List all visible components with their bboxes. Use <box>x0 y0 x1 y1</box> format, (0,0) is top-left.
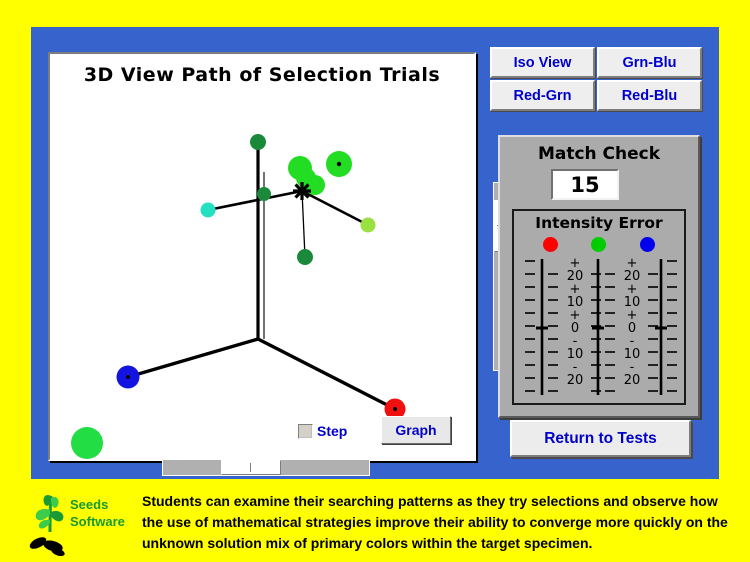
horizontal-scrollbar[interactable] <box>162 459 370 476</box>
trial-point <box>360 217 376 233</box>
step-label: Step <box>317 423 348 439</box>
match-check-title: Match Check <box>537 144 661 164</box>
red-channel-dot <box>542 236 558 252</box>
view-button-group: Iso View Grn-Blu Red-Grn Red-Blu <box>490 47 702 111</box>
current-mix-swatch <box>71 427 103 459</box>
application-panel: 3D View Path of Selection Trials Step Gr… <box>31 27 719 479</box>
intensity-error-title: Intensity Error <box>535 214 663 232</box>
red-axis-endpoint-center <box>393 407 397 411</box>
plot-area[interactable] <box>50 54 474 459</box>
blue-channel-dot <box>640 236 656 252</box>
view-button-iso[interactable]: Iso View <box>490 47 595 78</box>
svg-text:20: 20 <box>567 373 584 388</box>
green-axis-endpoint <box>250 134 266 150</box>
match-check-value: 15 <box>551 169 619 200</box>
match-check-panel: Match Check 15 Intensity Error + 20 + 10… <box>498 135 700 418</box>
footer: Seeds Software Students can examine thei… <box>0 483 750 562</box>
logo-text: Seeds Software <box>70 496 125 530</box>
green-channel-dot <box>591 236 607 252</box>
trial-point-center <box>336 161 342 167</box>
view-button-red-blu[interactable]: Red-Blu <box>597 80 702 111</box>
blue-axis-line <box>127 337 259 379</box>
step-checkbox-group[interactable]: Step <box>298 423 347 439</box>
svg-text:20: 20 <box>624 373 641 388</box>
trial-point <box>257 187 271 201</box>
path-segment <box>207 189 303 212</box>
intensity-scales[interactable]: + 20 + 10 + 0 - 10 - 20 + 20 + 10 + 0 - … <box>514 253 684 401</box>
path-segment <box>301 189 369 227</box>
channel-dots-row <box>514 235 684 253</box>
trial-point <box>200 202 216 218</box>
red-axis-line <box>257 337 396 411</box>
graph-button[interactable]: Graph <box>381 416 451 444</box>
sprout-icon <box>29 494 65 556</box>
blue-axis-endpoint-center <box>126 375 130 379</box>
seeds-software-logo: Seeds Software <box>28 488 133 556</box>
target-marker <box>293 182 311 200</box>
footer-caption: Students can examine their searching pat… <box>142 493 728 551</box>
logo-line-1: Seeds <box>70 497 109 512</box>
step-checkbox[interactable] <box>298 423 313 439</box>
graph-window: 3D View Path of Selection Trials Step Gr… <box>48 52 476 461</box>
app-root: 3D View Path of Selection Trials Step Gr… <box>0 0 750 562</box>
logo-line-2: Software <box>70 514 125 529</box>
return-to-tests-button[interactable]: Return to Tests <box>510 420 691 457</box>
view-button-red-grn[interactable]: Red-Grn <box>490 80 595 111</box>
intensity-error-panel: Intensity Error + 20 + 10 + 0 - 10 - 20 … <box>512 209 686 405</box>
view-button-grn-blu[interactable]: Grn-Blu <box>597 47 702 78</box>
trial-point <box>297 249 313 265</box>
path-segment <box>301 190 306 258</box>
horizontal-scrollbar-thumb[interactable] <box>221 460 281 475</box>
